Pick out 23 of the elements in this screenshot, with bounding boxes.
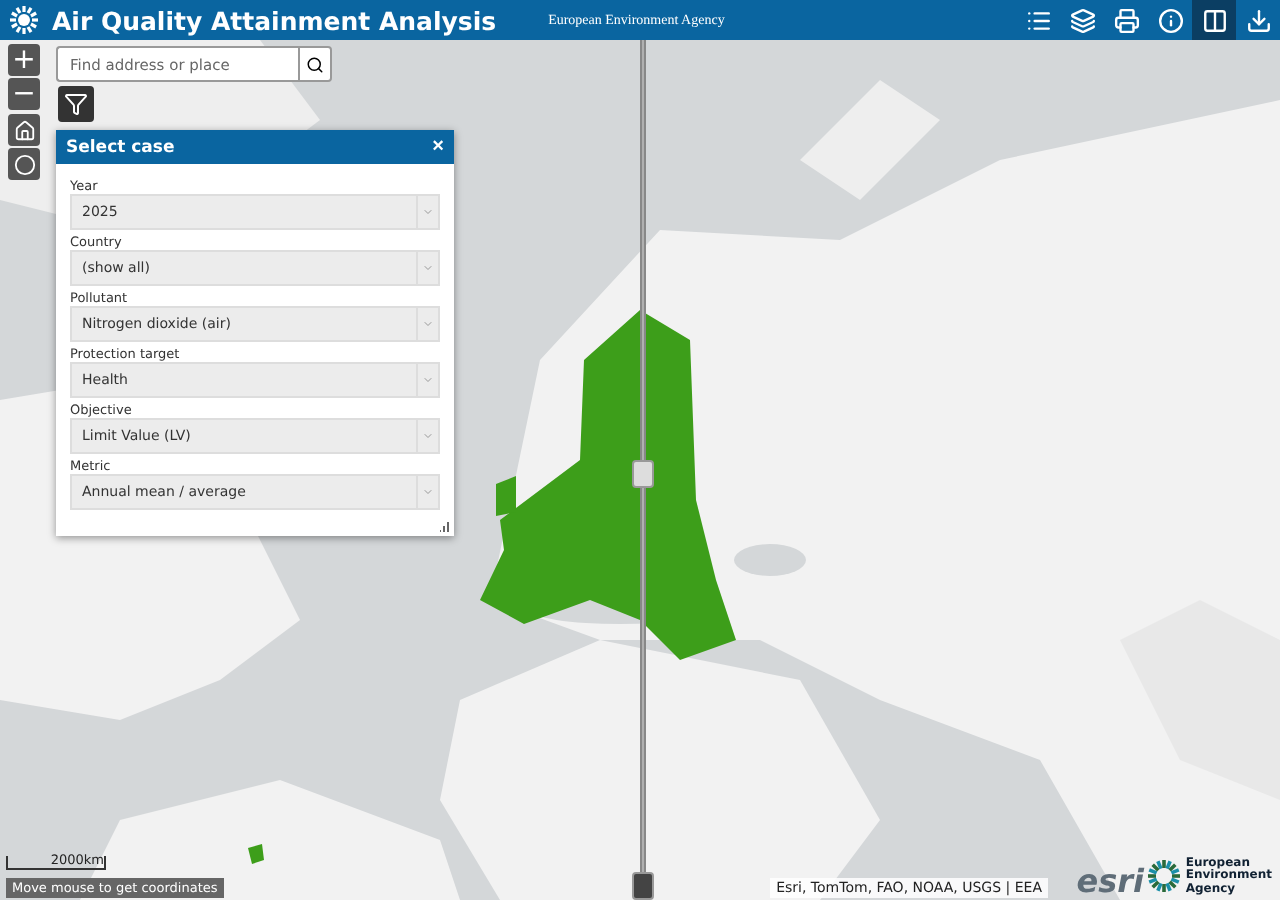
filter-icon[interactable] [64,92,88,116]
swipe-divider[interactable] [632,40,654,900]
search-icon[interactable] [306,55,324,73]
esri-logo: esri [1076,866,1144,898]
download-icon[interactable] [1245,7,1271,33]
list-icon[interactable] [1025,7,1051,33]
zoom-out-button[interactable]: − [8,78,40,110]
zoom-in-button[interactable]: + [8,44,40,76]
sun-logo-icon [8,4,40,36]
info-icon[interactable] [1157,7,1183,33]
layers-icon[interactable] [1069,7,1095,33]
panel-title: Select case [66,137,175,157]
app-title: Air Quality Attainment Analysis [52,5,497,35]
search-button[interactable] [298,46,332,82]
swipe-tool-button[interactable] [1192,0,1236,40]
close-button[interactable]: × [432,136,444,158]
swipe-handle[interactable] [632,460,654,488]
swipe-handle[interactable] [632,872,654,900]
resize-grip-icon[interactable] [440,522,450,532]
filter-button[interactable] [58,86,94,122]
agency-logo-icon [1145,858,1182,895]
printer-icon[interactable] [1113,7,1139,33]
split-panel-icon[interactable] [1201,7,1227,33]
